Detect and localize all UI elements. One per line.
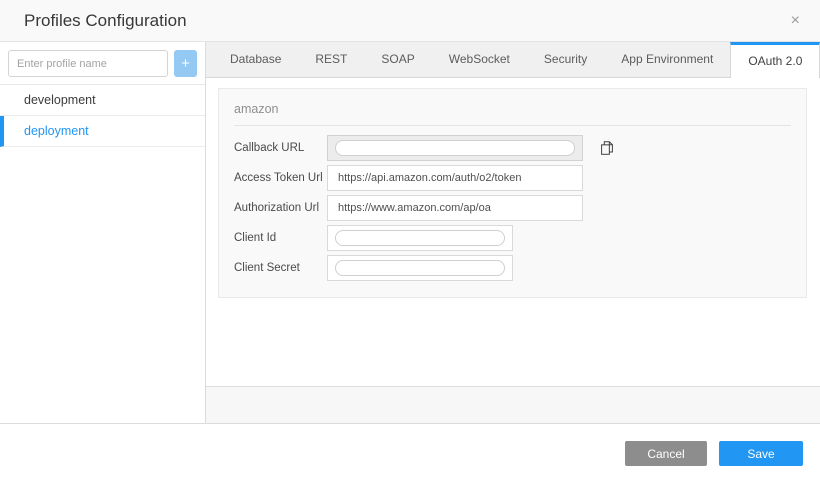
field-label: Authorization Url (234, 202, 327, 214)
tab-soap[interactable]: SOAP (364, 42, 431, 77)
profiles-sidebar: + developmentdeployment (0, 42, 206, 423)
form-row-callback-url: Callback URL (234, 135, 791, 161)
content-footer-strip (206, 386, 820, 423)
access-token-url-input[interactable] (327, 165, 583, 191)
form-rows: Callback URL Access Token Url Authorizatio… (234, 135, 791, 281)
cancel-button[interactable]: Cancel (625, 441, 707, 466)
save-button[interactable]: Save (719, 441, 803, 466)
tab-app-environment[interactable]: App Environment (604, 42, 730, 77)
provider-group-title: amazon (234, 102, 791, 126)
authorization-url-input[interactable] (327, 195, 583, 221)
tab-security[interactable]: Security (527, 42, 604, 77)
redacted-value (335, 140, 575, 156)
field-label: Callback URL (234, 142, 327, 154)
field-label: Client Secret (234, 262, 327, 274)
form-row-access-token-url: Access Token Url (234, 165, 791, 191)
dialog-footer: Cancel Save (0, 424, 820, 483)
close-icon[interactable]: × (787, 11, 804, 31)
add-profile-button[interactable]: + (174, 50, 197, 77)
profiles-configuration-dialog: Profiles Configuration × + developmentde… (0, 0, 820, 484)
tab-content-area: DatabaseRESTSOAPWebSocketSecurityApp Env… (206, 42, 820, 423)
field-label: Client Id (234, 232, 327, 244)
form-row-client-id: Client Id (234, 225, 791, 251)
tab-database[interactable]: Database (213, 42, 298, 77)
tab-rest[interactable]: REST (298, 42, 364, 77)
form-row-authorization-url: Authorization Url (234, 195, 791, 221)
tab-bar: DatabaseRESTSOAPWebSocketSecurityApp Env… (206, 42, 820, 78)
dialog-title: Profiles Configuration (24, 11, 787, 31)
tab-oauth-2-0[interactable]: OAuth 2.0 (730, 42, 820, 78)
client-secret-field[interactable] (327, 255, 513, 281)
redacted-value (335, 260, 505, 276)
profile-input-row: + (0, 42, 205, 85)
copy-icon[interactable] (598, 139, 616, 157)
profile-list: developmentdeployment (0, 85, 205, 147)
profile-name-input[interactable] (8, 50, 168, 77)
dialog-body: + developmentdeployment DatabaseRESTSOAP… (0, 42, 820, 424)
profile-item-deployment[interactable]: deployment (0, 116, 205, 147)
callback-url-field (327, 135, 583, 161)
dialog-header: Profiles Configuration × (0, 0, 820, 42)
redacted-value (335, 230, 505, 246)
client-id-field[interactable] (327, 225, 513, 251)
field-label: Access Token Url (234, 172, 327, 184)
oauth-settings-panel: amazon Callback URL Access Token Url Autho… (218, 88, 807, 298)
tab-websocket[interactable]: WebSocket (432, 42, 527, 77)
form-row-client-secret: Client Secret (234, 255, 791, 281)
profile-item-development[interactable]: development (0, 85, 205, 116)
